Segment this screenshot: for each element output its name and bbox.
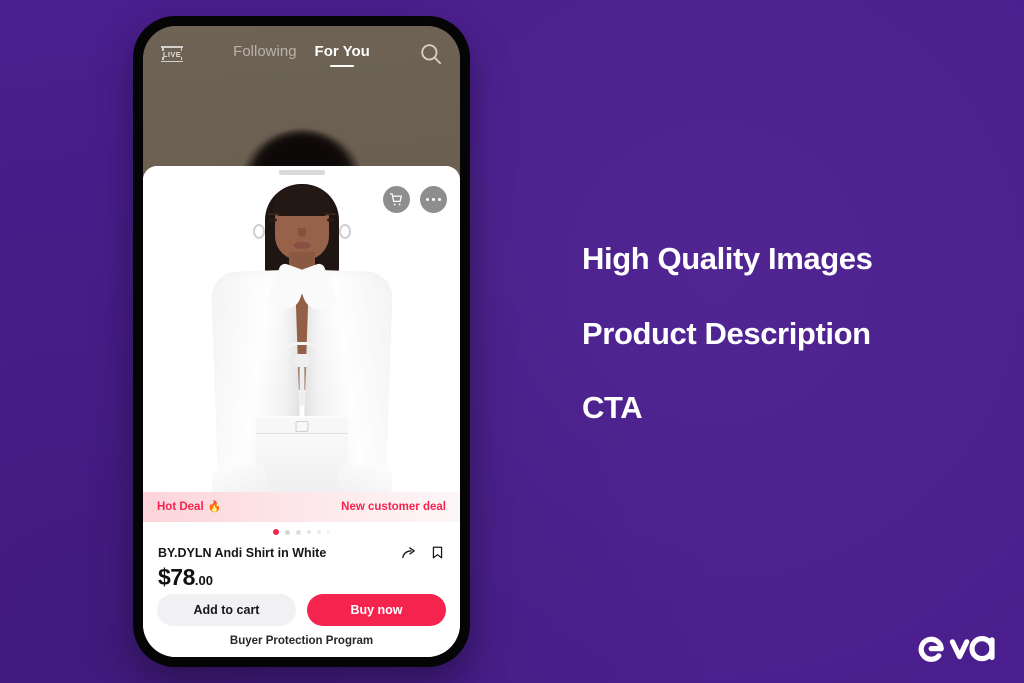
carousel-dot-1[interactable] bbox=[284, 529, 290, 535]
bottom-action-bar: Add to cart Buy now Buyer Protection Pro… bbox=[143, 587, 460, 657]
carousel-dot-4[interactable] bbox=[317, 530, 322, 534]
product-card: Hot Deal 🔥 New customer deal BY.DYLN And… bbox=[143, 166, 460, 657]
hot-deal-left: Hot Deal 🔥 bbox=[157, 501, 221, 513]
live-icon-bar-bottom bbox=[161, 60, 183, 62]
product-price: $78 bbox=[158, 564, 195, 587]
cta-row: Add to cart Buy now bbox=[157, 594, 446, 626]
phone-screen: LIVE Following For You Hot Deal 🔥 New cu… bbox=[143, 26, 460, 657]
heading-high-quality-images: High Quality Images bbox=[582, 241, 873, 276]
new-customer-deal-label: New customer deal bbox=[341, 501, 446, 513]
flame-icon: 🔥 bbox=[207, 500, 222, 513]
feed-tabs: Following For You bbox=[185, 41, 418, 67]
live-icon-tick bbox=[180, 48, 182, 51]
product-price-cents: .00 bbox=[194, 573, 213, 587]
hot-deal-label: Hot Deal bbox=[157, 501, 204, 513]
product-card-actions bbox=[383, 186, 447, 213]
live-icon-tick bbox=[162, 48, 164, 51]
product-photo-illustration bbox=[177, 166, 427, 492]
feature-headings: High Quality Images Product Description … bbox=[582, 241, 982, 426]
more-options-icon bbox=[425, 197, 442, 202]
heading-cta: CTA bbox=[582, 390, 643, 426]
more-button[interactable] bbox=[420, 186, 447, 213]
product-image[interactable] bbox=[143, 166, 460, 492]
tab-for-you[interactable]: For You bbox=[315, 43, 370, 67]
product-price-row: $78.00 bbox=[143, 561, 460, 587]
heading-product-description: Product Description bbox=[582, 315, 871, 351]
bookmark-icon[interactable] bbox=[430, 544, 445, 561]
search-icon[interactable] bbox=[418, 41, 444, 67]
eva-logo bbox=[918, 635, 995, 662]
live-icon-tick bbox=[180, 57, 182, 60]
add-to-cart-button[interactable]: Add to cart bbox=[157, 594, 296, 626]
phone-mockup: LIVE Following For You Hot Deal 🔥 New cu… bbox=[133, 16, 470, 667]
carousel-dot-0[interactable] bbox=[272, 529, 279, 535]
shopping-cart-icon bbox=[389, 193, 403, 206]
carousel-indicator[interactable] bbox=[143, 522, 460, 542]
buy-now-button[interactable]: Buy now bbox=[307, 594, 446, 626]
live-label: LIVE bbox=[162, 49, 182, 59]
product-title-icons bbox=[400, 544, 445, 561]
live-icon-tick bbox=[162, 57, 164, 60]
cart-button[interactable] bbox=[383, 186, 410, 213]
buyer-protection-label[interactable]: Buyer Protection Program bbox=[157, 626, 446, 647]
live-icon[interactable]: LIVE bbox=[159, 43, 185, 65]
product-title: BY.DYLN Andi Shirt in White bbox=[158, 545, 327, 560]
share-icon[interactable] bbox=[400, 544, 417, 561]
product-title-row: BY.DYLN Andi Shirt in White bbox=[143, 542, 460, 561]
carousel-dot-5[interactable] bbox=[327, 530, 331, 534]
carousel-dot-3[interactable] bbox=[306, 529, 312, 535]
tab-following[interactable]: Following bbox=[233, 43, 296, 67]
hot-deal-banner: Hot Deal 🔥 New customer deal bbox=[143, 492, 460, 522]
top-navigation-bar: LIVE Following For You bbox=[143, 26, 460, 82]
carousel-dot-2[interactable] bbox=[295, 529, 301, 535]
